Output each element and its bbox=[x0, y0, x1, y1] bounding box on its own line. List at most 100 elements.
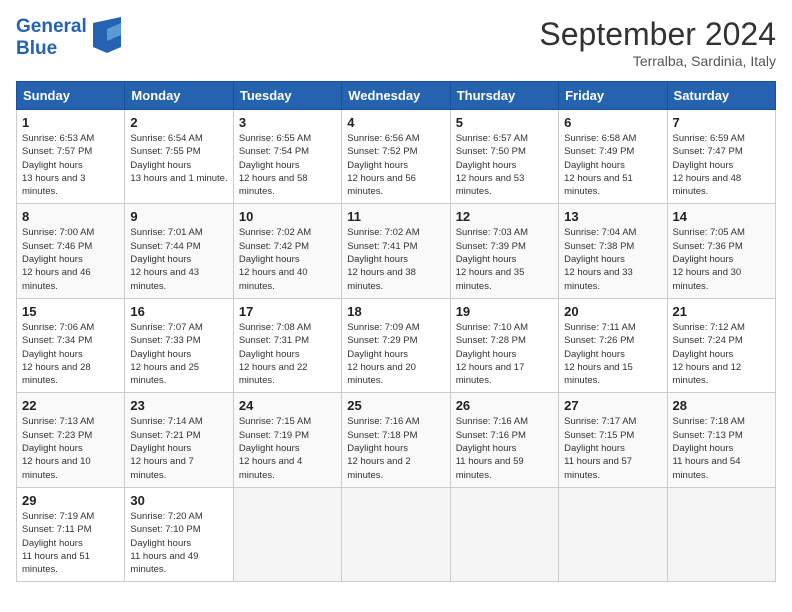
day-number: 11 bbox=[347, 209, 444, 224]
day-number: 24 bbox=[239, 398, 336, 413]
day-info: Sunrise: 7:04 AMSunset: 7:38 PMDaylight … bbox=[564, 226, 661, 292]
calendar-cell: 4 Sunrise: 6:56 AMSunset: 7:52 PMDaylight… bbox=[342, 110, 450, 204]
day-info: Sunrise: 7:12 AMSunset: 7:24 PMDaylight … bbox=[673, 321, 770, 387]
day-info: Sunrise: 6:58 AMSunset: 7:49 PMDaylight … bbox=[564, 132, 661, 198]
day-info: Sunrise: 7:08 AMSunset: 7:31 PMDaylight … bbox=[239, 321, 336, 387]
weekday-header-wednesday: Wednesday bbox=[342, 82, 450, 110]
day-number: 1 bbox=[22, 115, 119, 130]
day-number: 3 bbox=[239, 115, 336, 130]
calendar-cell: 9 Sunrise: 7:01 AMSunset: 7:44 PMDaylight… bbox=[125, 204, 233, 298]
calendar-cell: 1 Sunrise: 6:53 AMSunset: 7:57 PMDaylight… bbox=[17, 110, 125, 204]
day-info: Sunrise: 7:11 AMSunset: 7:26 PMDaylight … bbox=[564, 321, 661, 387]
calendar-week-2: 8Sunrise: 7:00 AMSunset: 7:46 PMDaylight… bbox=[17, 204, 776, 298]
day-info: Sunrise: 6:59 AMSunset: 7:47 PMDaylight … bbox=[673, 132, 770, 198]
day-number: 25 bbox=[347, 398, 444, 413]
day-info: Sunrise: 6:55 AMSunset: 7:54 PMDaylight … bbox=[239, 132, 336, 198]
day-number: 8 bbox=[22, 209, 119, 224]
day-info: Sunrise: 7:02 AMSunset: 7:42 PMDaylight … bbox=[239, 226, 336, 292]
day-info: Sunrise: 6:54 AMSunset: 7:55 PMDaylight … bbox=[130, 132, 227, 185]
calendar-cell: 27Sunrise: 7:17 AMSunset: 7:15 PMDayligh… bbox=[559, 393, 667, 487]
calendar-cell: 3 Sunrise: 6:55 AMSunset: 7:54 PMDaylight… bbox=[233, 110, 341, 204]
calendar-week-1: 1 Sunrise: 6:53 AMSunset: 7:57 PMDaylight… bbox=[17, 110, 776, 204]
day-number: 20 bbox=[564, 304, 661, 319]
location: Terralba, Sardinia, Italy bbox=[539, 53, 776, 69]
day-number: 30 bbox=[130, 493, 227, 508]
calendar-cell: 14 Sunrise: 7:05 AMSunset: 7:36 PMDayligh… bbox=[667, 204, 775, 298]
day-number: 15 bbox=[22, 304, 119, 319]
calendar-cell: 2 Sunrise: 6:54 AMSunset: 7:55 PMDaylight… bbox=[125, 110, 233, 204]
calendar-cell: 30 Sunrise: 7:20 AMSunset: 7:10 PMDayligh… bbox=[125, 487, 233, 581]
calendar-cell: 16 Sunrise: 7:07 AMSunset: 7:33 PMDayligh… bbox=[125, 298, 233, 392]
day-info: Sunrise: 7:18 AMSunset: 7:13 PMDaylight … bbox=[673, 415, 770, 481]
logo: General Blue bbox=[16, 16, 123, 60]
calendar-week-3: 15Sunrise: 7:06 AMSunset: 7:34 PMDayligh… bbox=[17, 298, 776, 392]
day-number: 27 bbox=[564, 398, 661, 413]
day-number: 18 bbox=[347, 304, 444, 319]
day-info: Sunrise: 6:53 AMSunset: 7:57 PMDaylight … bbox=[22, 132, 119, 198]
day-number: 28 bbox=[673, 398, 770, 413]
calendar-cell bbox=[233, 487, 341, 581]
day-info: Sunrise: 6:57 AMSunset: 7:50 PMDaylight … bbox=[456, 132, 553, 198]
day-number: 23 bbox=[130, 398, 227, 413]
calendar-cell: 5Sunrise: 6:57 AMSunset: 7:50 PMDaylight… bbox=[450, 110, 558, 204]
calendar-cell: 28 Sunrise: 7:18 AMSunset: 7:13 PMDayligh… bbox=[667, 393, 775, 487]
weekday-header-saturday: Saturday bbox=[667, 82, 775, 110]
logo-text: General Blue bbox=[16, 16, 87, 60]
logo-icon bbox=[93, 17, 123, 58]
month-title: September 2024 bbox=[539, 16, 776, 53]
weekday-header-thursday: Thursday bbox=[450, 82, 558, 110]
calendar-cell: 25 Sunrise: 7:16 AMSunset: 7:18 PMDayligh… bbox=[342, 393, 450, 487]
day-info: Sunrise: 7:13 AMSunset: 7:23 PMDaylight … bbox=[22, 415, 119, 481]
day-info: Sunrise: 7:20 AMSunset: 7:10 PMDaylight … bbox=[130, 510, 227, 576]
calendar-cell bbox=[342, 487, 450, 581]
day-number: 6 bbox=[564, 115, 661, 130]
day-info: Sunrise: 7:02 AMSunset: 7:41 PMDaylight … bbox=[347, 226, 444, 292]
calendar-cell: 26 Sunrise: 7:16 AMSunset: 7:16 PMDayligh… bbox=[450, 393, 558, 487]
calendar-cell: 8Sunrise: 7:00 AMSunset: 7:46 PMDaylight… bbox=[17, 204, 125, 298]
day-info: Sunrise: 7:05 AMSunset: 7:36 PMDaylight … bbox=[673, 226, 770, 292]
day-info: Sunrise: 7:16 AMSunset: 7:16 PMDaylight … bbox=[456, 415, 553, 481]
day-number: 26 bbox=[456, 398, 553, 413]
calendar-cell: 15Sunrise: 7:06 AMSunset: 7:34 PMDayligh… bbox=[17, 298, 125, 392]
day-info: Sunrise: 7:19 AMSunset: 7:11 PMDaylight … bbox=[22, 510, 119, 576]
calendar-cell: 19 Sunrise: 7:10 AMSunset: 7:28 PMDayligh… bbox=[450, 298, 558, 392]
day-number: 13 bbox=[564, 209, 661, 224]
day-info: Sunrise: 6:56 AMSunset: 7:52 PMDaylight … bbox=[347, 132, 444, 198]
weekday-header-tuesday: Tuesday bbox=[233, 82, 341, 110]
weekday-header-monday: Monday bbox=[125, 82, 233, 110]
calendar-cell: 17 Sunrise: 7:08 AMSunset: 7:31 PMDayligh… bbox=[233, 298, 341, 392]
title-block: September 2024 Terralba, Sardinia, Italy bbox=[539, 16, 776, 69]
day-number: 4 bbox=[347, 115, 444, 130]
calendar-cell bbox=[667, 487, 775, 581]
day-info: Sunrise: 7:01 AMSunset: 7:44 PMDaylight … bbox=[130, 226, 227, 292]
calendar-cell: 23 Sunrise: 7:14 AMSunset: 7:21 PMDayligh… bbox=[125, 393, 233, 487]
calendar-cell: 24 Sunrise: 7:15 AMSunset: 7:19 PMDayligh… bbox=[233, 393, 341, 487]
day-info: Sunrise: 7:09 AMSunset: 7:29 PMDaylight … bbox=[347, 321, 444, 387]
calendar-table: SundayMondayTuesdayWednesdayThursdayFrid… bbox=[16, 81, 776, 582]
day-number: 10 bbox=[239, 209, 336, 224]
calendar-week-4: 22Sunrise: 7:13 AMSunset: 7:23 PMDayligh… bbox=[17, 393, 776, 487]
calendar-cell: 12Sunrise: 7:03 AMSunset: 7:39 PMDayligh… bbox=[450, 204, 558, 298]
day-info: Sunrise: 7:10 AMSunset: 7:28 PMDaylight … bbox=[456, 321, 553, 387]
day-number: 16 bbox=[130, 304, 227, 319]
calendar-cell: 13 Sunrise: 7:04 AMSunset: 7:38 PMDayligh… bbox=[559, 204, 667, 298]
day-number: 17 bbox=[239, 304, 336, 319]
calendar-cell: 29Sunrise: 7:19 AMSunset: 7:11 PMDayligh… bbox=[17, 487, 125, 581]
day-info: Sunrise: 7:15 AMSunset: 7:19 PMDaylight … bbox=[239, 415, 336, 481]
calendar-cell: 22Sunrise: 7:13 AMSunset: 7:23 PMDayligh… bbox=[17, 393, 125, 487]
day-number: 21 bbox=[673, 304, 770, 319]
calendar-cell: 11 Sunrise: 7:02 AMSunset: 7:41 PMDayligh… bbox=[342, 204, 450, 298]
day-number: 19 bbox=[456, 304, 553, 319]
calendar-cell: 6 Sunrise: 6:58 AMSunset: 7:49 PMDaylight… bbox=[559, 110, 667, 204]
day-number: 2 bbox=[130, 115, 227, 130]
calendar-cell: 20 Sunrise: 7:11 AMSunset: 7:26 PMDayligh… bbox=[559, 298, 667, 392]
day-number: 14 bbox=[673, 209, 770, 224]
day-info: Sunrise: 7:07 AMSunset: 7:33 PMDaylight … bbox=[130, 321, 227, 387]
day-number: 12 bbox=[456, 209, 553, 224]
day-info: Sunrise: 7:14 AMSunset: 7:21 PMDaylight … bbox=[130, 415, 227, 481]
day-number: 9 bbox=[130, 209, 227, 224]
calendar-cell bbox=[450, 487, 558, 581]
calendar-cell bbox=[559, 487, 667, 581]
day-info: Sunrise: 7:16 AMSunset: 7:18 PMDaylight … bbox=[347, 415, 444, 481]
calendar-week-5: 29Sunrise: 7:19 AMSunset: 7:11 PMDayligh… bbox=[17, 487, 776, 581]
